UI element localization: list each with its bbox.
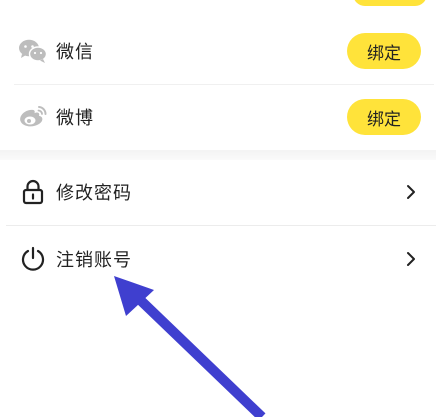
weibo-icon: [18, 103, 48, 131]
chevron-right-icon: [404, 183, 418, 201]
menu-item-cancel-account[interactable]: 注销账号: [6, 227, 434, 291]
section-separator: [0, 150, 436, 160]
chevron-right-icon: [404, 250, 418, 268]
account-binding-card: 微信 绑定 微博 绑定: [6, 0, 434, 150]
change-password-label: 修改密码: [56, 183, 132, 204]
cancel-account-label: 注销账号: [56, 250, 132, 271]
wechat-icon: [18, 37, 48, 65]
power-icon: [20, 245, 46, 273]
partial-bind-button[interactable]: [353, 0, 427, 6]
wechat-binding-row: 微信 绑定: [6, 18, 434, 84]
menu-item-change-password[interactable]: 修改密码: [6, 160, 434, 224]
weibo-label: 微博: [56, 108, 94, 129]
account-settings-page: 微信 绑定 微博 绑定 修改密码 注销账号: [0, 0, 436, 417]
menu-divider: [6, 225, 436, 226]
weibo-binding-row: 微博 绑定: [6, 84, 434, 150]
lock-icon: [20, 178, 46, 206]
weibo-bind-button[interactable]: 绑定: [347, 99, 421, 135]
wechat-bind-button[interactable]: 绑定: [347, 33, 421, 69]
wechat-label: 微信: [56, 42, 94, 63]
